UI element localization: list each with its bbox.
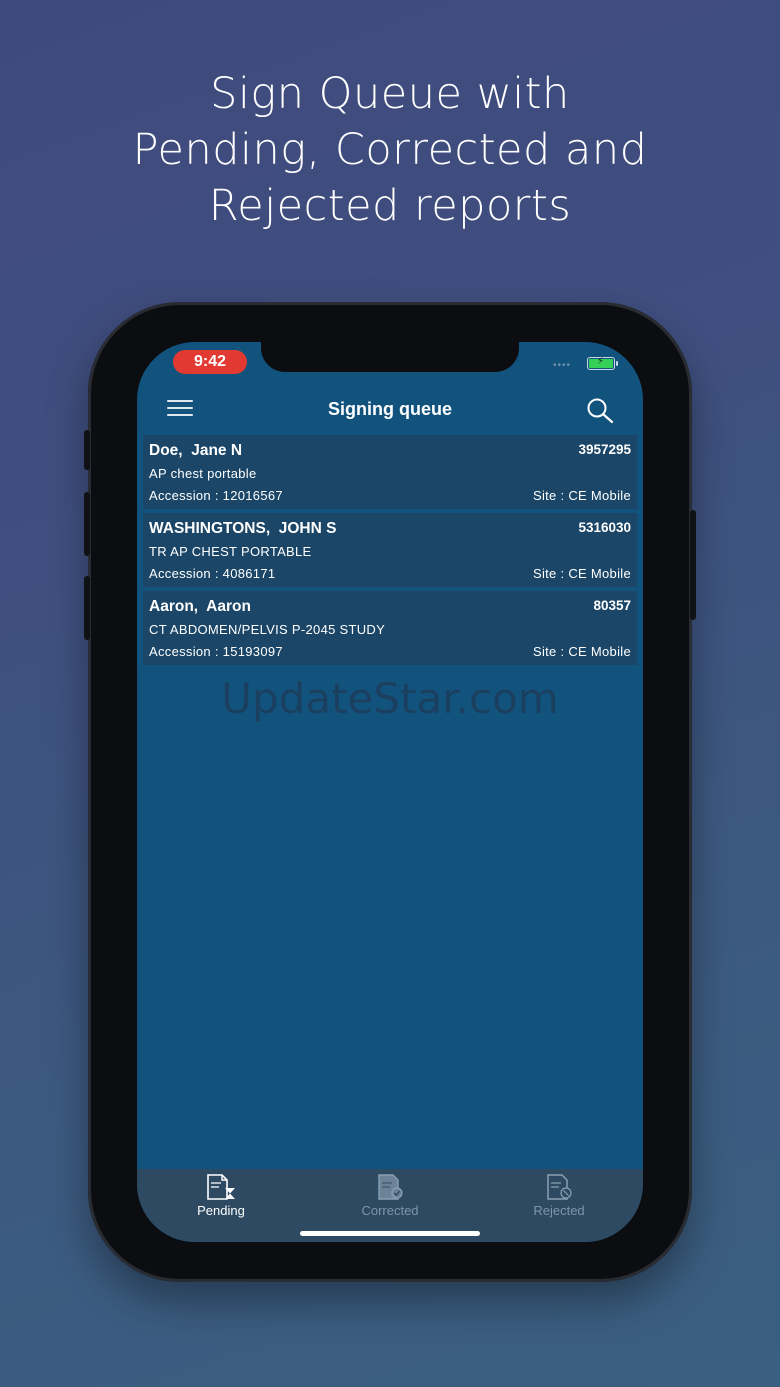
headline-line-2: Pending, Corrected and (132, 125, 648, 175)
patient-mrn: 3957295 (578, 442, 631, 457)
page-title: Signing queue (328, 399, 452, 419)
tab-corrected[interactable]: Corrected (306, 1173, 474, 1218)
headline-line-3: Rejected reports (208, 181, 572, 231)
home-indicator[interactable] (300, 1231, 480, 1236)
phone-frame: 9:42 •••• ⚡ Signing queue Doe, Jane N 39… (84, 302, 696, 1282)
notch (261, 342, 519, 372)
site-name: Site : CE Mobile (532, 566, 631, 581)
patient-name: Doe, Jane N (149, 442, 243, 459)
report-row[interactable]: Doe, Jane N 3957295 AP chest portable Ac… (143, 435, 637, 509)
accession-number: Accession : 15193097 (149, 644, 283, 659)
patient-name: Aaron, Aaron (149, 598, 251, 615)
report-row[interactable]: Aaron, Aaron 80357 CT ABDOMEN/PELVIS P-2… (143, 591, 637, 665)
headline-line-1: Sign Queue with (210, 69, 570, 119)
battery-charging-icon: ⚡ (587, 356, 618, 370)
phone-screen: 9:42 •••• ⚡ Signing queue Doe, Jane N 39… (137, 342, 643, 1242)
volume-up-button (84, 492, 90, 556)
rejected-report-icon (547, 1174, 572, 1200)
watermark: UpdateStar.com (221, 674, 559, 723)
site-name: Site : CE Mobile (532, 644, 631, 659)
accession-number: Accession : 4086171 (149, 566, 276, 581)
corrected-report-icon (378, 1174, 403, 1200)
report-list: Doe, Jane N 3957295 AP chest portable Ac… (143, 435, 637, 669)
report-row[interactable]: WASHINGTONS, JOHN S 5316030 TR AP CHEST … (143, 513, 637, 587)
tab-pending-label: Pending (197, 1203, 245, 1218)
tab-rejected[interactable]: Rejected (475, 1173, 643, 1218)
patient-mrn: 80357 (593, 598, 631, 613)
power-button (690, 510, 696, 620)
status-time: 9:42 (173, 350, 247, 374)
patient-mrn: 5316030 (578, 520, 631, 535)
tab-corrected-label: Corrected (361, 1203, 419, 1218)
headline: Sign Queue with Pending, Corrected and R… (0, 66, 780, 234)
site-name: Site : CE Mobile (532, 488, 631, 503)
tab-pending[interactable]: Pending (137, 1173, 305, 1218)
study-description: AP chest portable (149, 466, 257, 481)
study-description: TR AP CHEST PORTABLE (149, 544, 312, 559)
search-icon[interactable] (585, 396, 615, 426)
silent-switch (84, 430, 90, 470)
signal-icon: •••• (553, 360, 572, 371)
volume-down-button (84, 576, 90, 640)
patient-name: WASHINGTONS, JOHN S (149, 520, 337, 537)
accession-number: Accession : 12016567 (149, 488, 283, 503)
pending-report-icon (207, 1174, 235, 1200)
study-description: CT ABDOMEN/PELVIS P-2045 STUDY (149, 622, 386, 637)
tab-rejected-label: Rejected (533, 1203, 585, 1218)
navigation-bar: Signing queue (137, 388, 643, 432)
